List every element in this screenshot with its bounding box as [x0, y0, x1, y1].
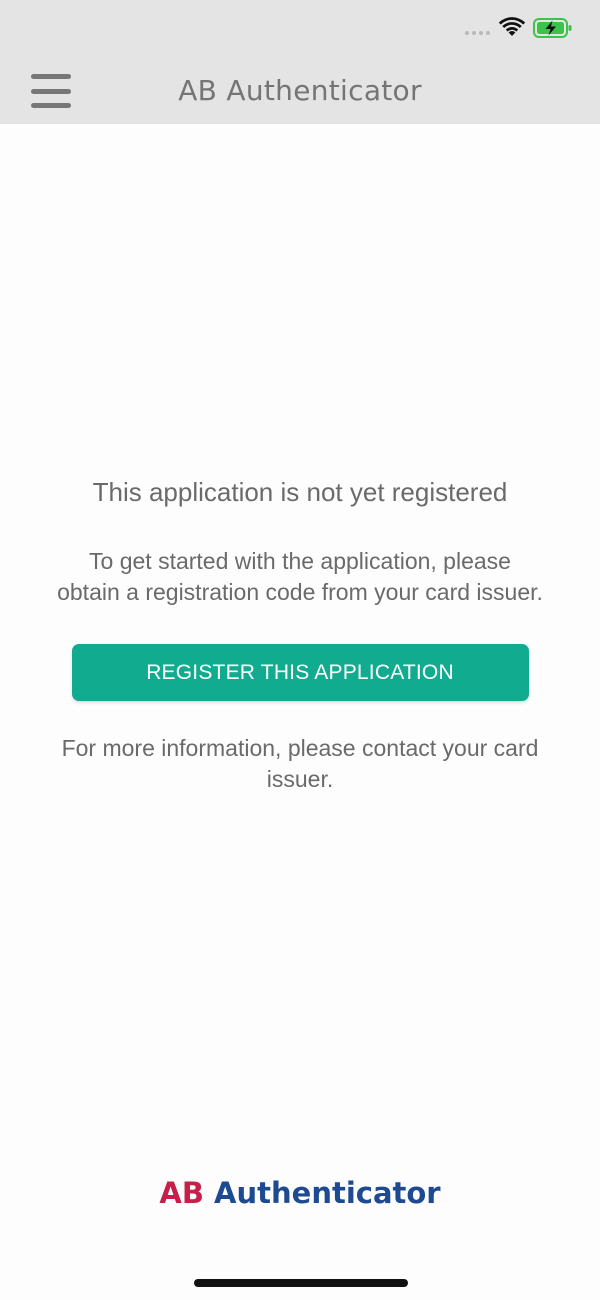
page-title: AB Authenticator [178, 74, 422, 107]
battery-charging-icon [533, 18, 572, 38]
status-bar [0, 0, 600, 60]
app-logo: AB Authenticator [0, 1176, 600, 1210]
contact-info-text: For more information, please contact you… [61, 735, 539, 792]
app-header: AB Authenticator [0, 60, 600, 124]
cellular-signal-icon [465, 31, 491, 37]
not-registered-heading: This application is not yet registered [92, 477, 508, 507]
registration-prompt: This application is not yet registered T… [50, 472, 550, 795]
app-screen: AB Authenticator This application is not… [0, 0, 600, 1300]
instructions-text: To get started with the application, ple… [57, 548, 543, 605]
logo-authenticator-text: Authenticator [214, 1176, 441, 1210]
logo-ab-text: AB [159, 1176, 204, 1210]
register-application-button[interactable]: REGISTER THIS APPLICATION [71, 644, 529, 701]
wifi-icon [498, 17, 526, 36]
home-indicator[interactable] [194, 1279, 408, 1287]
